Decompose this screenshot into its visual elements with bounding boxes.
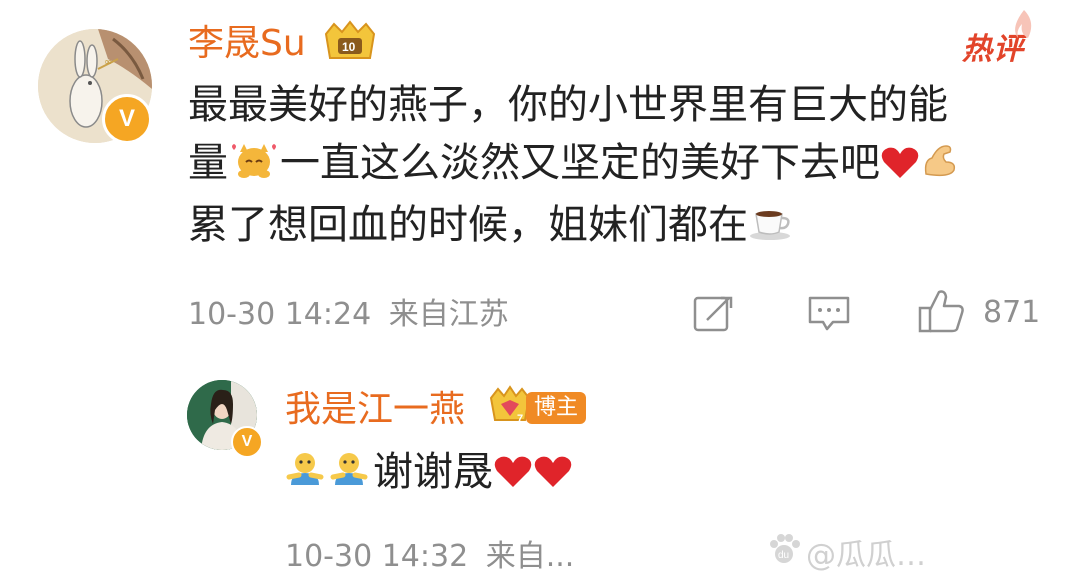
flame-decoration-icon — [1010, 8, 1038, 46]
watermark: du @瓜瓜… — [766, 530, 926, 574]
thumbs-up-icon — [917, 288, 965, 338]
watermark-text: @瓜瓜… — [806, 538, 926, 573]
svg-text:du: du — [778, 550, 789, 561]
comment-line-1: 最最美好的燕子，你的小世界里有巨大的能 — [188, 82, 948, 128]
red-heart-emoji-icon — [493, 447, 533, 505]
svg-text:∞: ∞ — [104, 57, 112, 68]
reply-timestamp: 10-30 14:32 — [285, 539, 469, 574]
comment-timestamp: 10-30 14:24 — [188, 297, 372, 332]
reply-text: 谢谢晟 — [285, 443, 573, 505]
comment-location: 来自江苏 — [388, 297, 509, 332]
commenter-username[interactable]: 李晟Su — [188, 26, 306, 62]
replier-verified-badge: V — [231, 426, 263, 458]
hugging-figure-emoji-icon — [285, 447, 325, 505]
hugging-figure-emoji-icon — [329, 447, 369, 505]
red-heart-emoji-icon — [880, 138, 920, 196]
comment-text: 最最美好的燕子，你的小世界里有巨大的能 量一直这么淡然又坚定的美好下去吧 累了想… — [188, 76, 960, 258]
replier-username[interactable]: 我是江一燕 — [285, 392, 465, 428]
hot-beverage-emoji-icon — [748, 200, 794, 258]
reply-location: 来自... — [485, 539, 575, 574]
share-icon[interactable] — [693, 294, 735, 338]
comment-line-2: 量一直这么淡然又坚定的美好下去吧 — [188, 134, 960, 196]
red-heart-emoji-icon — [533, 447, 573, 505]
reply-meta: 10-30 14:32 来自... — [285, 542, 574, 572]
verified-badge: V — [102, 94, 152, 144]
shy-cat-emoji-icon — [228, 138, 280, 196]
author-badge: 博主 — [526, 392, 587, 424]
paw-logo-icon: du — [766, 532, 802, 572]
svg-text:10: 10 — [342, 40, 356, 54]
comment-icon[interactable] — [807, 294, 851, 338]
comment-line-3: 累了想回血的时候，姐妹们都在 — [188, 196, 960, 258]
svg-text:7: 7 — [517, 413, 523, 425]
comment-meta: 10-30 14:24 来自江苏 — [188, 300, 509, 330]
flexed-biceps-emoji-icon — [920, 138, 960, 196]
vip-crown-icon: 10 — [320, 18, 380, 68]
like-button[interactable]: 871 — [917, 288, 1040, 338]
like-count: 871 — [983, 295, 1041, 330]
